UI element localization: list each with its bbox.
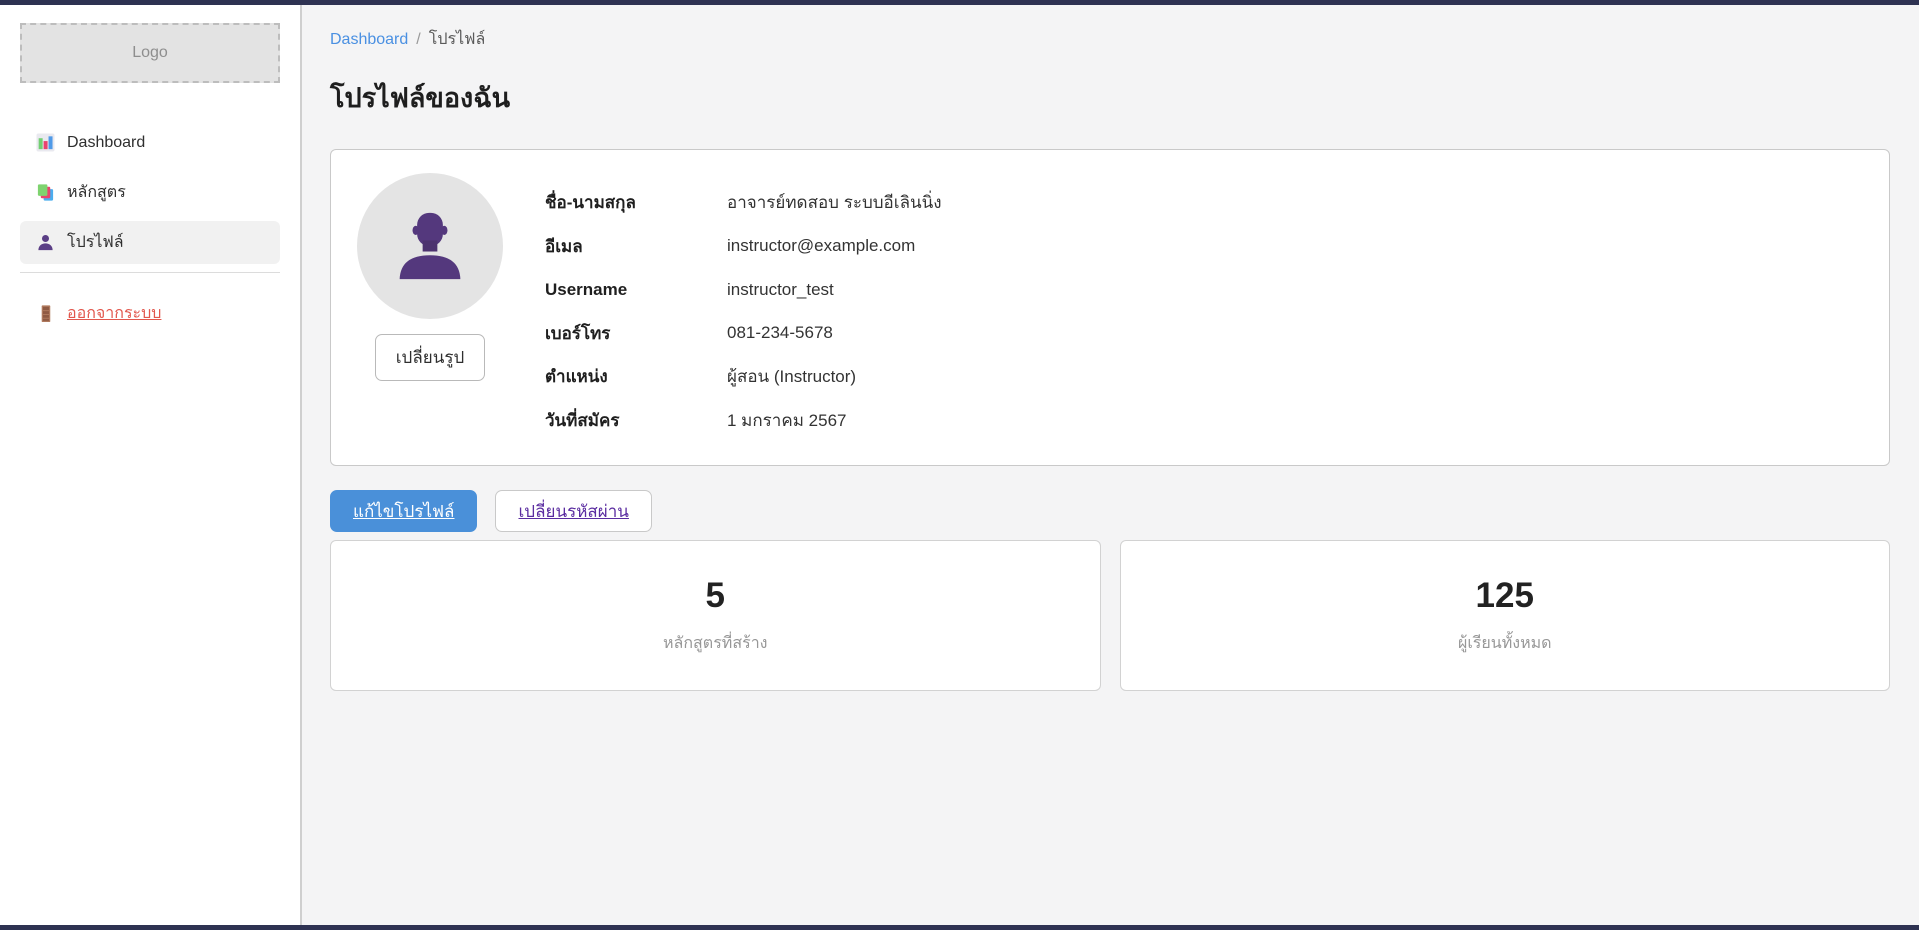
door-icon [36, 304, 55, 323]
field-row-email: อีเมล instructor@example.com [545, 225, 942, 269]
logout-label: ออกจากระบบ [67, 301, 161, 326]
sidebar-item-label: Dashboard [67, 134, 145, 152]
breadcrumb: Dashboard / โปรไฟล์ [330, 27, 1890, 52]
logo-label: Logo [132, 44, 168, 62]
sidebar-item-label: โปรไฟล์ [67, 230, 124, 255]
field-row-username: Username instructor_test [545, 268, 942, 312]
logo-placeholder: Logo [20, 23, 280, 83]
profile-card: เปลี่ยนรูป ชื่อ-นามสกุล อาจารย์ทดสอบ ระบ… [330, 149, 1890, 466]
actions-row: แก้ไขโปรไฟล์ เปลี่ยนรหัสผ่าน [330, 490, 1890, 532]
edit-profile-button[interactable]: แก้ไขโปรไฟล์ [330, 490, 477, 532]
books-icon [36, 183, 55, 202]
stats-row: 5 หลักสูตรที่สร้าง 125 ผู้เรียนทั้งหมด [330, 540, 1890, 691]
sidebar-item-profile[interactable]: โปรไฟล์ [20, 221, 280, 264]
field-row-name: ชื่อ-นามสกุล อาจารย์ทดสอบ ระบบอีเลินนิ่ง [545, 181, 942, 225]
breadcrumb-dashboard-link[interactable]: Dashboard [330, 31, 408, 49]
stat-card-courses-created: 5 หลักสูตรที่สร้าง [330, 540, 1101, 691]
field-value: instructor@example.com [727, 236, 942, 256]
field-value: 1 มกราคม 2567 [727, 407, 942, 434]
bottom-accent-bar [0, 925, 1919, 930]
field-value: อาจารย์ทดสอบ ระบบอีเลินนิ่ง [727, 189, 942, 216]
breadcrumb-separator: / [416, 31, 420, 49]
field-value: ผู้สอน (Instructor) [727, 363, 942, 390]
change-password-button[interactable]: เปลี่ยนรหัสผ่าน [495, 490, 651, 532]
bar-chart-icon [36, 133, 55, 152]
stat-value: 125 [1476, 576, 1534, 616]
sidebar-nav: Dashboard หลักสูตร โปรไฟล์ [20, 121, 280, 264]
field-value: 081-234-5678 [727, 323, 942, 343]
field-label: เบอร์โทร [545, 320, 727, 347]
field-label: วันที่สมัคร [545, 407, 727, 434]
sidebar-item-label: หลักสูตร [67, 180, 126, 205]
logout-link[interactable]: ออกจากระบบ [36, 301, 161, 326]
sidebar-divider [20, 272, 280, 273]
profile-fields: ชื่อ-นามสกุล อาจารย์ทดสอบ ระบบอีเลินนิ่ง… [545, 173, 942, 442]
avatar-column: เปลี่ยนรูป [355, 173, 505, 442]
avatar [357, 173, 503, 319]
breadcrumb-current: โปรไฟล์ [429, 27, 486, 52]
field-row-register-date: วันที่สมัคร 1 มกราคม 2567 [545, 399, 942, 443]
change-photo-button[interactable]: เปลี่ยนรูป [375, 334, 486, 381]
field-row-position: ตำแหน่ง ผู้สอน (Instructor) [545, 355, 942, 399]
field-label: Username [545, 280, 727, 300]
stat-value: 5 [706, 576, 725, 616]
page-layout: Logo Dashboard หลักสูตร โปรไฟล์ [0, 5, 1919, 925]
sidebar: Logo Dashboard หลักสูตร โปรไฟล์ [0, 5, 302, 925]
sidebar-item-dashboard[interactable]: Dashboard [20, 121, 280, 164]
field-value: instructor_test [727, 280, 942, 300]
page-title: โปรไฟล์ของฉัน [330, 76, 1890, 119]
person-bust-icon [384, 200, 476, 292]
field-label: อีเมล [545, 233, 727, 260]
field-label: ชื่อ-นามสกุล [545, 189, 727, 216]
stat-card-total-learners: 125 ผู้เรียนทั้งหมด [1120, 540, 1891, 691]
field-row-phone: เบอร์โทร 081-234-5678 [545, 312, 942, 356]
main-content: Dashboard / โปรไฟล์ โปรไฟล์ของฉัน เปลี่ย… [302, 5, 1919, 925]
stat-label: หลักสูตรที่สร้าง [663, 631, 768, 656]
sidebar-item-courses[interactable]: หลักสูตร [20, 171, 280, 214]
person-icon [36, 233, 55, 252]
field-label: ตำแหน่ง [545, 363, 727, 390]
stat-label: ผู้เรียนทั้งหมด [1458, 631, 1552, 656]
